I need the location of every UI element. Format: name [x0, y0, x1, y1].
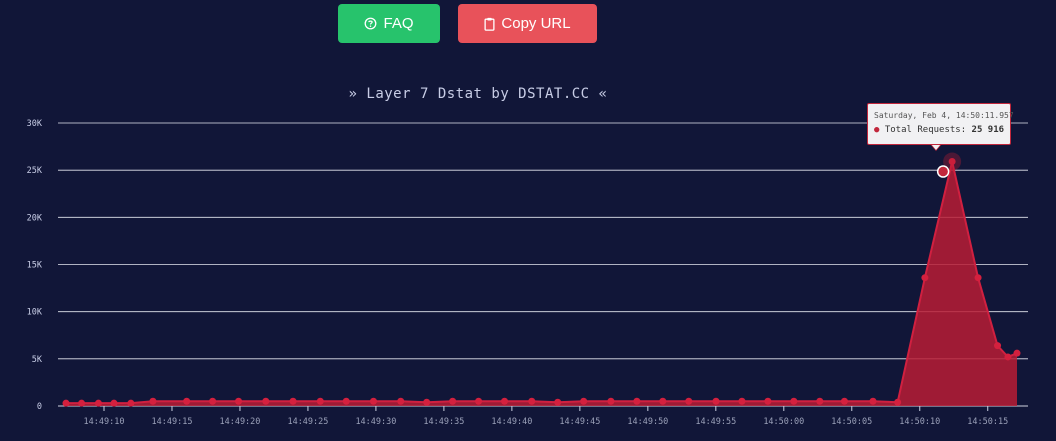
- data-point: [633, 397, 641, 405]
- data-point: [607, 397, 615, 405]
- x-tick-label: 14:49:10: [84, 417, 125, 427]
- data-point: [209, 397, 217, 405]
- data-point: [235, 397, 243, 405]
- data-point: [501, 397, 509, 405]
- page-scrollbar[interactable]: [1042, 0, 1056, 441]
- data-point: [994, 342, 1002, 350]
- tooltip-label: Total Requests:: [884, 125, 972, 135]
- tooltip-series-dot: ●: [874, 125, 880, 135]
- x-tick-label: 14:50:10: [899, 417, 940, 427]
- data-point: [816, 397, 824, 405]
- data-point: [1004, 353, 1012, 361]
- data-point: [528, 397, 536, 405]
- data-point: [94, 399, 102, 407]
- x-tick-label: 14:49:40: [491, 417, 532, 427]
- x-tick-label: 14:50:00: [763, 417, 804, 427]
- hover-point: [936, 165, 950, 178]
- y-tick-label: 20K: [27, 213, 43, 223]
- x-tick-label: 14:49:50: [627, 417, 668, 427]
- data-point: [183, 397, 191, 405]
- data-point: [475, 397, 483, 405]
- data-point: [423, 398, 431, 406]
- tooltip-date: Saturday, Feb 4, 14:50:11.957: [874, 111, 1014, 120]
- x-tick-label: 14:49:25: [287, 417, 328, 427]
- data-point: [449, 397, 457, 405]
- data-point: [110, 399, 118, 407]
- data-point: [127, 399, 135, 407]
- data-point: [369, 397, 377, 405]
- data-point: [1013, 349, 1021, 357]
- data-point: [738, 397, 746, 405]
- data-point: [289, 397, 297, 405]
- data-point: [397, 397, 405, 405]
- data-point: [869, 397, 877, 405]
- y-tick-label: 0: [37, 402, 42, 412]
- y-tick-label: 30K: [27, 119, 43, 129]
- data-point: [974, 274, 982, 282]
- x-tick-label: 14:49:35: [423, 417, 464, 427]
- x-tick-label: 14:50:05: [831, 417, 872, 427]
- tooltip-value: 25 916: [971, 125, 1005, 135]
- x-tick-label: 14:49:55: [695, 417, 736, 427]
- x-tick-label: 14:50:15: [967, 417, 1008, 427]
- data-point: [840, 397, 848, 405]
- data-point: [62, 399, 70, 407]
- x-tick-label: 14:49:15: [152, 417, 193, 427]
- data-point: [262, 397, 270, 405]
- y-tick-label: 25K: [27, 166, 43, 176]
- series-area: [66, 161, 1017, 406]
- data-point: [149, 397, 157, 405]
- data-point: [580, 397, 588, 405]
- data-point: [342, 397, 350, 405]
- data-point: [921, 274, 929, 282]
- data-point: [712, 397, 720, 405]
- data-point: [894, 398, 902, 406]
- x-tick-label: 14:49:20: [219, 417, 260, 427]
- data-point: [78, 399, 86, 407]
- data-point: [554, 398, 562, 406]
- series-line: [66, 161, 1018, 405]
- data-point: [316, 397, 324, 405]
- data-point: [685, 397, 693, 405]
- data-point: [764, 397, 772, 405]
- x-tick-label: 14:49:30: [355, 417, 396, 427]
- data-point: [659, 397, 667, 405]
- request-chart[interactable]: 0 5K 10K 15K 20K 25K 30K 14:49:10 14:49:15 14:49:…: [0, 0, 1040, 441]
- y-tick-label: 5K: [32, 355, 43, 365]
- y-tick-label: 15K: [27, 261, 43, 271]
- chart-tooltip: Saturday, Feb 4, 14:50:11.957 ● Total Re…: [867, 103, 1014, 145]
- data-point: [790, 397, 798, 405]
- x-tick-label: 14:49:45: [559, 417, 600, 427]
- y-tick-label: 10K: [27, 308, 43, 318]
